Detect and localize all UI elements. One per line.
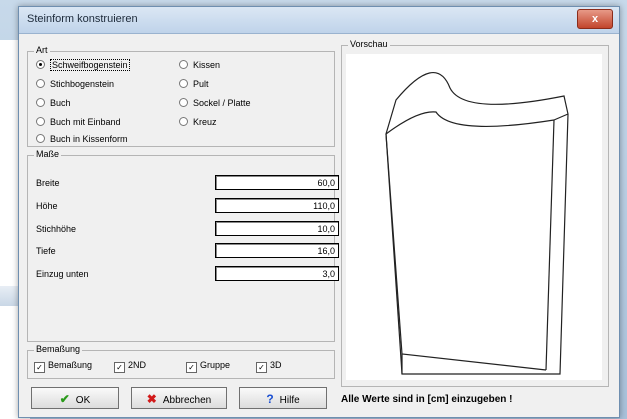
check-gruppe[interactable]: ✓ Gruppe — [186, 360, 230, 373]
radio-buch-mit-einband[interactable]: Buch mit Einband — [36, 117, 121, 127]
radio-dot — [36, 98, 45, 107]
radio-dot — [179, 117, 188, 126]
tiefe-label: Tiefe — [36, 246, 56, 256]
einzug-unten-label: Einzug unten — [36, 269, 89, 279]
checkmark-icon: ✔ — [59, 392, 70, 406]
question-mark-icon: ? — [266, 392, 274, 406]
dialog-title: Steinform konstruieren — [27, 13, 138, 25]
background-panel — [0, 40, 19, 286]
dialog-steinform-konstruieren: Steinform konstruieren x Art Schweifboge… — [18, 6, 620, 418]
help-button[interactable]: ? Hilfe — [239, 387, 327, 409]
radio-pult[interactable]: Pult — [179, 79, 209, 89]
checkbox-checked-icon: ✓ — [114, 362, 125, 373]
checkbox-checked-icon: ✓ — [34, 362, 45, 373]
hoehe-label: Höhe — [36, 201, 58, 211]
tiefe-input[interactable]: 16,0 — [215, 243, 339, 258]
stone-front-bottom-edge — [385, 133, 547, 371]
status-text: Alle Werte sind in [cm] einzugeben ! — [341, 394, 513, 405]
radio-kissen[interactable]: Kissen — [179, 60, 220, 70]
breite-label: Breite — [36, 178, 60, 188]
cancel-button[interactable]: ✖ Abbrechen — [131, 387, 227, 409]
close-button[interactable]: x — [577, 9, 613, 29]
breite-input[interactable]: 60,0 — [215, 175, 339, 190]
art-group-label: Art — [34, 45, 50, 55]
check-bemassung[interactable]: ✓ Bemaßung — [34, 360, 92, 373]
masse-group: Maße Breite 60,0 Höhe 110,0 Stichhöhe 10… — [27, 149, 339, 342]
stone-front-right-edge — [545, 119, 555, 371]
cancel-x-icon: ✖ — [146, 392, 157, 406]
radio-stichbogenstein[interactable]: Stichbogenstein — [36, 79, 114, 89]
radio-dot — [179, 98, 188, 107]
close-icon: x — [591, 13, 599, 25]
stone-preview-drawing — [385, 72, 569, 375]
einzug-unten-input[interactable]: 3,0 — [215, 266, 339, 281]
stone-outline — [385, 72, 569, 375]
check-2nd[interactable]: ✓ 2ND — [114, 360, 146, 373]
stichhoehe-input[interactable]: 10,0 — [215, 221, 339, 236]
check-3d[interactable]: ✓ 3D — [256, 360, 282, 373]
preview-canvas — [346, 54, 602, 380]
radio-dot-selected — [36, 60, 45, 69]
radio-sockel-platte[interactable]: Sockel / Platte — [179, 98, 251, 108]
checkbox-checked-icon: ✓ — [256, 362, 267, 373]
preview-label: Vorschau — [348, 39, 390, 49]
masse-group-label: Maße — [34, 149, 62, 159]
bemassung-group-label: Bemaßung — [34, 344, 83, 354]
radio-schweifbogenstein[interactable]: Schweifbogenstein — [36, 59, 130, 71]
radio-dot — [36, 134, 45, 143]
hoehe-input[interactable]: 110,0 — [215, 198, 339, 213]
radio-dot — [36, 79, 45, 88]
radio-dot — [179, 60, 188, 69]
stichhoehe-label: Stichhöhe — [36, 224, 77, 234]
preview-group: Vorschau — [341, 39, 609, 387]
bemassung-group: Bemaßung ✓ Bemaßung ✓ 2ND ✓ Gruppe ✓ 3D — [27, 344, 335, 379]
radio-kreuz[interactable]: Kreuz — [179, 117, 217, 127]
art-group: Art Schweifbogenstein Stichbogenstein Bu… — [27, 45, 335, 147]
radio-buch[interactable]: Buch — [36, 98, 71, 108]
radio-dot — [36, 117, 45, 126]
dialog-titlebar[interactable]: Steinform konstruieren x — [19, 7, 619, 34]
checkbox-checked-icon: ✓ — [186, 362, 197, 373]
stone-top-front-edge — [385, 111, 555, 135]
ok-button[interactable]: ✔ OK — [31, 387, 119, 409]
radio-dot — [179, 79, 188, 88]
radio-buch-in-kissenform[interactable]: Buch in Kissenform — [36, 134, 128, 144]
stone-top-side-edge — [553, 113, 569, 121]
